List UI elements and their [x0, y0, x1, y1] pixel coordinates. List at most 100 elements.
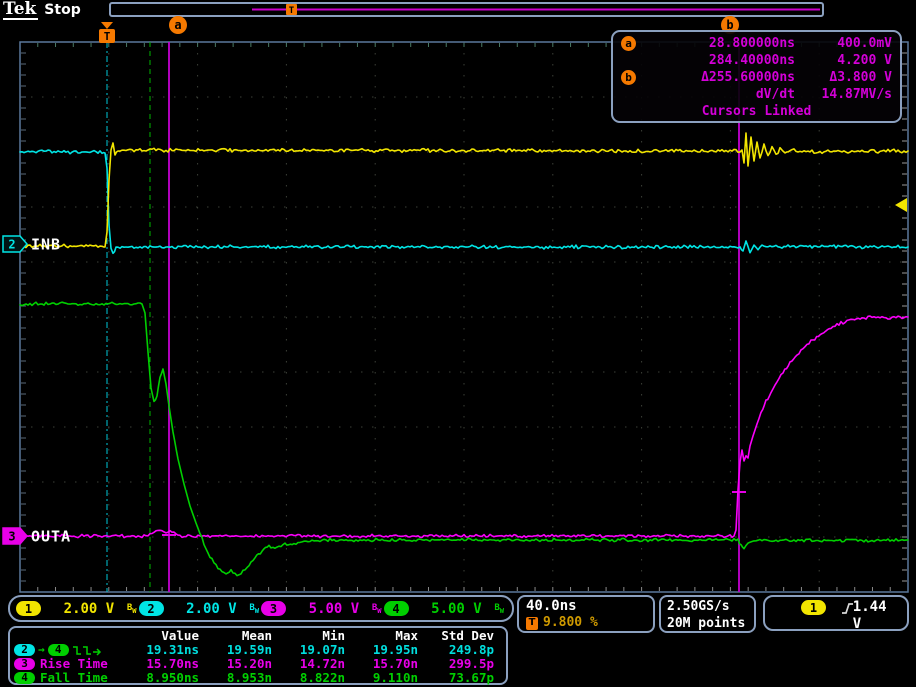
measurement-source-badge: 3 [14, 658, 35, 670]
measurement-value: 19.95n [345, 643, 418, 657]
cursor-readout-row: 284.40000ns4.200 V [621, 52, 892, 69]
cursor-time-value: 28.800000ns [645, 35, 795, 52]
record-length: 20M points [667, 615, 748, 632]
timebase-box[interactable]: 40.0ns T 9.800 % [517, 595, 655, 633]
horizontal-position: 9.800 % [543, 615, 598, 631]
measurement-header: Max [345, 629, 418, 643]
acquisition-preview-bar[interactable]: T [110, 3, 823, 16]
measurement-value: 14.72n [272, 657, 345, 671]
bandwidth-limit-icon: BW [249, 603, 259, 615]
header: Tek Stop [3, 0, 81, 20]
cursor-amplitude-value: 4.200 V [795, 52, 892, 69]
bandwidth-limit-icon: BW [372, 603, 382, 615]
measurement-table[interactable]: ValueMeanMinMaxStd Dev2→419.31ns19.59n19… [8, 626, 508, 685]
graticule-grid [20, 42, 908, 592]
channel-1-scale-group[interactable]: 1 2.00 VBW [16, 601, 139, 617]
arrow-icon: → [38, 643, 45, 657]
measurement-name: Fall Time [40, 671, 108, 685]
cursor-time-value: Δ255.60000ns [645, 69, 795, 86]
bandwidth-limit-icon: BW [127, 603, 137, 615]
channel-3-number: 3 [8, 530, 15, 544]
cursors-linked-status: Cursors Linked [621, 103, 892, 120]
cursor-amplitude-value: Δ3.800 V [795, 69, 892, 86]
measurement-value: 15.20n [199, 657, 272, 671]
measurement-header-row: ValueMeanMinMaxStd Dev [14, 629, 500, 643]
cursor-a-label: a [174, 18, 181, 32]
cursor-a-handle[interactable]: a [169, 16, 187, 34]
measurement-value: 9.110n [345, 671, 418, 685]
oscilloscope-screen: { "header": { "logo": "Tek", "acq_status… [0, 0, 916, 687]
measurement-header: Mean [199, 629, 272, 643]
record-trigger-label: T [289, 6, 295, 16]
trace-ch2-inb [20, 150, 908, 253]
measurement-label: 3 Rise Time [14, 657, 126, 671]
trigger-time-marker[interactable]: T [99, 22, 115, 43]
measurement-value: 19.59n [199, 643, 272, 657]
timebase-scale: 40.0ns [526, 598, 646, 615]
measurement-dest-badge: 4 [48, 644, 69, 656]
trigger-source-badge: 1 [801, 600, 826, 615]
measurement-name: Rise Time [40, 657, 108, 671]
measurement-value: 15.70ns [126, 657, 199, 671]
measurement-value: 19.31ns [126, 643, 199, 657]
cursor-time-value: dV/dt [645, 86, 795, 103]
measurement-value: 73.67p [418, 671, 494, 685]
channel-3-label: OUTA [31, 528, 71, 546]
measurement-value: 8.822n [272, 671, 345, 685]
channel-scale-bar: 12.00 VBW22.00 VBW35.00 VBW45.00 VBW [8, 595, 514, 622]
channel-2-scale: 2.00 V [174, 601, 250, 617]
measurement-value: 299.5p [418, 657, 494, 671]
measurement-value: 19.07n [272, 643, 345, 657]
cursor-readout-row: b Δ255.60000nsΔ3.800 V [621, 69, 892, 86]
measurement-header: Std Dev [418, 629, 494, 643]
trigger-level: 1.44 V [853, 599, 899, 633]
cursor-amplitude-value: 14.87MV/s [795, 86, 892, 103]
bandwidth-limit-icon: BW [494, 603, 504, 615]
channel-2-position-badge[interactable]: 2 INB [3, 236, 61, 254]
acquisition-box[interactable]: 2.50GS/s 20M points [659, 595, 756, 633]
sample-rate: 2.50GS/s [667, 598, 748, 615]
measurement-source-badge: 4 [14, 672, 35, 684]
trigger-icon: T [526, 617, 538, 630]
measurement-header: Min [272, 629, 345, 643]
channel-2-label: INB [31, 236, 61, 254]
tek-logo: Tek [3, 0, 38, 20]
channel-3-scale-group[interactable]: 3 5.00 VBW [261, 601, 384, 617]
trigger-box[interactable]: 1 1.44 V [763, 595, 909, 631]
cursor-readout-panel[interactable]: a28.800000ns400.0mV284.40000ns4.200 VbΔ2… [611, 30, 902, 123]
measurement-value: 8.953n [199, 671, 272, 685]
trigger-marker-label: T [104, 30, 111, 43]
measurement-value: 15.70n [345, 657, 418, 671]
cursor-b-bubble-icon: b [621, 70, 636, 85]
cursor-readout-row: a 28.800000ns400.0mV [621, 35, 892, 52]
channel-3-position-badge[interactable]: 3 OUTA [3, 528, 71, 546]
cursor-a-bubble-icon: a [621, 36, 636, 51]
channel-4-scale-group[interactable]: 4 5.00 VBW [384, 601, 507, 617]
channel-4-scale: 5.00 V [419, 601, 495, 617]
rising-edge-icon [840, 601, 853, 615]
channel-1-badge[interactable]: 1 [16, 601, 41, 616]
channel-1-scale: 2.00 V [51, 601, 127, 617]
channel-2-badge[interactable]: 2 [139, 601, 164, 616]
measurement-row: 2→419.31ns19.59n19.07n19.95n249.8p [14, 643, 500, 657]
channel-4-badge[interactable]: 4 [384, 601, 409, 616]
measurement-source-badge: 2 [14, 644, 35, 656]
channel-2-scale-group[interactable]: 2 2.00 VBW [139, 601, 262, 617]
measurement-header: Value [126, 629, 199, 643]
measurement-label: 2→4 [14, 643, 126, 657]
measurement-label: 4 Fall Time [14, 671, 126, 685]
measurement-row: 4 Fall Time 8.950ns8.953n8.822n9.110n73.67… [14, 671, 500, 685]
acquisition-status: Stop [44, 2, 80, 18]
cursor-readout-row: dV/dt14.87MV/s [621, 86, 892, 103]
measurement-value: 8.950ns [126, 671, 199, 685]
channel-2-number: 2 [8, 238, 15, 252]
measurement-value: 249.8p [418, 643, 494, 657]
edge-to-edge-delay-icon [72, 644, 104, 656]
trigger-level-arrow[interactable] [895, 198, 907, 212]
cursor-time-value: 284.40000ns [645, 52, 795, 69]
channel-3-scale: 5.00 V [296, 601, 372, 617]
channel-3-badge[interactable]: 3 [261, 601, 286, 616]
cursor-amplitude-value: 400.0mV [795, 35, 892, 52]
trigger-marker-arrow-icon [101, 22, 113, 29]
measurement-row: 3 Rise Time 15.70ns15.20n14.72n15.70n299.5… [14, 657, 500, 671]
